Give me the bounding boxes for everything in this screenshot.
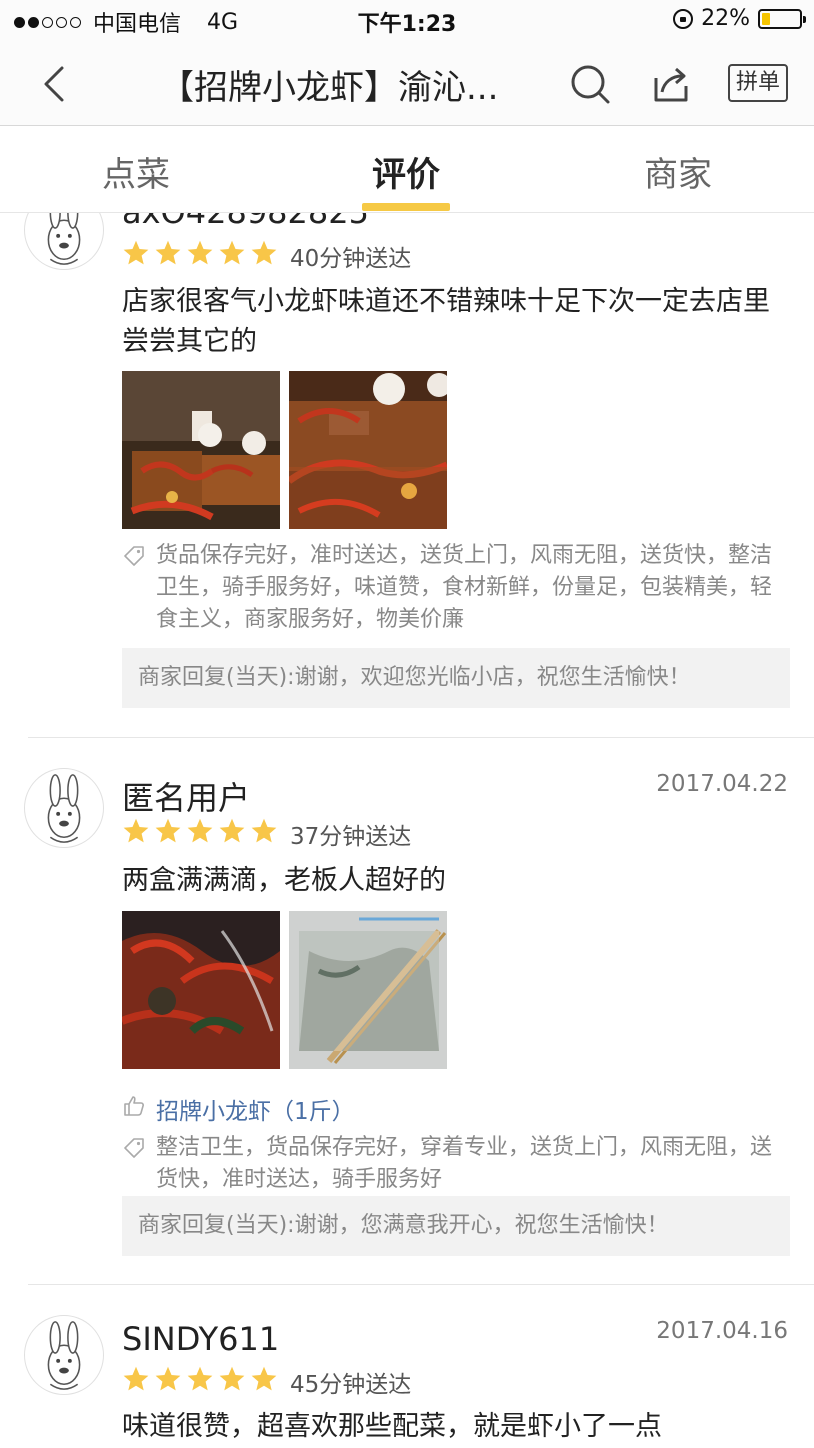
- tab-reviews[interactable]: 评价: [306, 147, 506, 196]
- review-date: 2017.04.22: [656, 771, 788, 797]
- star-rating: [122, 1365, 278, 1393]
- review-item: axO428982825 40分钟送达 店家很客气小龙虾味道还不错辣味十足下次一…: [0, 213, 814, 740]
- user-avatar[interactable]: [24, 213, 104, 270]
- battery-percent: 22%: [701, 6, 750, 31]
- user-avatar[interactable]: [24, 768, 104, 848]
- star-icon: [218, 239, 246, 267]
- star-icon: [186, 1365, 214, 1393]
- review-photo[interactable]: [122, 911, 280, 1069]
- review-username[interactable]: SINDY611: [122, 1320, 279, 1358]
- star-rating: [122, 239, 278, 267]
- star-icon: [250, 817, 278, 845]
- crayfish-photo-image: [289, 371, 447, 529]
- star-icon: [154, 239, 182, 267]
- star-icon: [154, 817, 182, 845]
- star-icon: [154, 1365, 182, 1393]
- user-avatar[interactable]: [24, 1315, 104, 1395]
- nav-header: 【招牌小龙虾】渝沁... 拼单: [0, 40, 814, 126]
- active-tab-indicator: [362, 203, 450, 211]
- review-photo[interactable]: [122, 371, 280, 529]
- delivery-time: 40分钟送达: [290, 246, 412, 272]
- crayfish-photo-image: [122, 911, 280, 1069]
- crayfish-photo-image: [122, 371, 280, 529]
- review-text: 两盒满满滴，老板人超好的: [122, 865, 446, 896]
- delivery-time: 45分钟送达: [290, 1372, 412, 1398]
- liked-dish-name: 招牌小龙虾（1斤）: [156, 1099, 355, 1125]
- review-item: SINDY611 2017.04.16 45分钟送达 味道很赞，超喜欢那些配菜，…: [0, 1285, 814, 1448]
- thumb-up-icon: [122, 1094, 146, 1118]
- status-bar: 中国电信 4G 下午1:23 22%: [0, 0, 814, 40]
- liked-dish[interactable]: 招牌小龙虾（1斤）: [122, 1092, 355, 1126]
- star-icon: [250, 1365, 278, 1393]
- status-bar-right: 22%: [673, 6, 806, 31]
- review-photo[interactable]: [289, 371, 447, 529]
- star-icon: [122, 817, 150, 845]
- tab-bar: 点菜 评价 商家: [0, 127, 814, 213]
- back-chevron-icon[interactable]: [36, 64, 76, 104]
- merchant-reply: 商家回复(当天):谢谢，您满意我开心，祝您生活愉快！: [122, 1196, 790, 1256]
- review-text: 店家很客气小龙虾味道还不错辣味十足下次一定去店里尝尝其它的: [122, 286, 770, 357]
- merchant-reply: 商家回复(当天):谢谢，欢迎您光临小店，祝您生活愉快！: [122, 648, 790, 708]
- star-icon: [122, 239, 150, 267]
- tab-menu[interactable]: 点菜: [36, 147, 236, 196]
- review-text: 味道很赞，超喜欢那些配菜，就是虾小了一点: [122, 1411, 662, 1442]
- tab-merchant[interactable]: 商家: [578, 147, 778, 196]
- pindan-button[interactable]: 拼单: [728, 64, 788, 102]
- star-icon: [186, 239, 214, 267]
- delivery-time: 37分钟送达: [290, 824, 412, 850]
- review-tags-text: 整洁卫生，货品保存完好，穿着专业，送货上门，风雨无阻，送货快，准时送达，骑手服务…: [156, 1135, 773, 1192]
- review-item: 匿名用户 2017.04.22 37分钟送达 两盒满满滴，老板人超好的 招牌小龙…: [0, 738, 814, 1284]
- page-title: 【招牌小龙虾】渝沁...: [160, 68, 499, 108]
- star-icon: [122, 1365, 150, 1393]
- share-icon[interactable]: [648, 62, 692, 106]
- review-photo[interactable]: [289, 911, 447, 1069]
- star-rating: [122, 817, 278, 845]
- review-tags: 货品保存完好，准时送达，送货上门，风雨无阻，送货快，整洁卫生，骑手服务好，味道赞…: [122, 540, 792, 636]
- battery-icon: [758, 8, 806, 29]
- review-username[interactable]: 匿名用户: [122, 773, 250, 819]
- star-icon: [218, 1365, 246, 1393]
- tag-icon: [122, 1136, 146, 1160]
- battery-fill: [762, 12, 770, 25]
- star-icon: [250, 239, 278, 267]
- star-icon: [186, 817, 214, 845]
- tag-icon: [122, 544, 146, 568]
- search-icon[interactable]: [568, 62, 612, 106]
- review-username[interactable]: axO428982825: [122, 213, 369, 231]
- review-tags-text: 货品保存完好，准时送达，送货上门，风雨无阻，送货快，整洁卫生，骑手服务好，味道赞…: [156, 543, 773, 632]
- rotation-lock-icon: [673, 8, 694, 29]
- review-tags: 整洁卫生，货品保存完好，穿着专业，送货上门，风雨无阻，送货快，准时送达，骑手服务…: [122, 1132, 792, 1196]
- container-photo-image: [289, 911, 447, 1069]
- star-icon: [218, 817, 246, 845]
- review-date: 2017.04.16: [656, 1318, 788, 1344]
- review-list: axO428982825 40分钟送达 店家很客气小龙虾味道还不错辣味十足下次一…: [0, 213, 814, 1448]
